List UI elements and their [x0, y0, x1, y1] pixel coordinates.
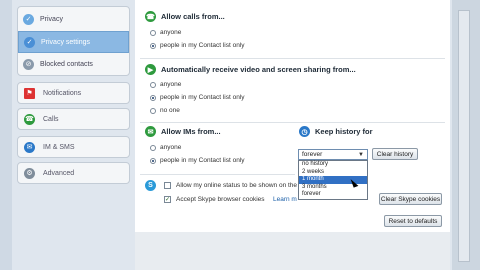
radio-label: anyone: [160, 81, 182, 88]
radio-label: anyone: [160, 144, 182, 151]
radio-label: people in my Contact list only: [160, 94, 245, 101]
button-label: Clear history: [376, 150, 414, 158]
clear-history-button[interactable]: Clear history: [372, 148, 418, 160]
gear-icon: ⚙: [24, 167, 35, 179]
radio-button[interactable]: [150, 144, 156, 151]
cookies-checkbox[interactable]: ✓: [164, 196, 171, 203]
dropdown-option-no-history[interactable]: no history: [299, 161, 367, 169]
sidebar-item-im-sms[interactable]: ✉ IM & SMS: [17, 136, 130, 158]
section-divider: [140, 58, 445, 59]
chat-icon: ✉: [145, 126, 156, 137]
blocked-contacts-icon: ⊘: [23, 58, 34, 70]
sidebar-item-notifications[interactable]: ⚑ Notifications: [17, 82, 130, 104]
sidebar-item-label: Advanced: [43, 169, 75, 177]
radio-label: anyone: [160, 29, 182, 36]
history-section-heading: ◷ Keep history for: [299, 126, 373, 137]
skype-section-heading: S: [145, 180, 161, 191]
sidebar-item-label: Privacy: [40, 15, 63, 23]
phone-icon: ☎: [145, 11, 156, 22]
sidebar-item-label: Calls: [43, 115, 59, 123]
video-option-no-one[interactable]: no one: [150, 107, 180, 114]
radio-button[interactable]: [150, 107, 156, 114]
radio-button[interactable]: [150, 81, 156, 88]
history-icon: ◷: [299, 126, 310, 137]
video-heading-text: Automatically receive video and screen s…: [161, 65, 356, 74]
radio-button-selected[interactable]: [150, 42, 156, 49]
skype-logo-icon: S: [145, 180, 156, 191]
ims-option-contacts-only[interactable]: people in my Contact list only: [150, 157, 245, 164]
phone-icon: ☎: [24, 113, 35, 125]
video-option-anyone[interactable]: anyone: [150, 81, 181, 88]
window-right-edge: [452, 0, 480, 270]
settings-footer: [135, 232, 450, 270]
select-value: forever: [302, 151, 323, 158]
radio-label: no one: [160, 107, 180, 114]
button-label: Reset to defaults: [388, 217, 438, 225]
section-divider: [140, 174, 295, 175]
sidebar-item-label: Privacy settings: [41, 38, 91, 46]
video-section-heading: ▶ Automatically receive video and screen…: [145, 64, 356, 75]
reset-to-defaults-button[interactable]: Reset to defaults: [384, 215, 442, 227]
button-label: Clear Skype cookies: [380, 195, 441, 203]
checkbox-label: Accept Skype browser cookies: [176, 196, 265, 203]
chat-icon: ✉: [24, 141, 35, 153]
sidebar-item-advanced[interactable]: ⚙ Advanced: [17, 162, 130, 184]
radio-button[interactable]: [150, 29, 156, 36]
radio-label: people in my Contact list only: [160, 157, 245, 164]
background-window-edge: [0, 0, 12, 270]
privacy-icon: ✓: [23, 13, 34, 25]
sidebar-item-label: IM & SMS: [43, 143, 75, 151]
history-heading-text: Keep history for: [315, 127, 373, 136]
sidebar-item-blocked-contacts[interactable]: ⊘ Blocked contacts: [18, 53, 129, 75]
learn-more-link[interactable]: Learn m: [273, 196, 297, 203]
sidebar-item-label: Notifications: [43, 89, 82, 97]
flag-icon: ⚑: [24, 87, 35, 99]
radio-button-selected[interactable]: [150, 157, 156, 164]
chevron-down-icon: ▼: [358, 152, 364, 158]
calls-option-anyone[interactable]: anyone: [150, 29, 181, 36]
calls-option-contacts-only[interactable]: people in my Contact list only: [150, 42, 245, 49]
privacy-settings-icon: ✓: [24, 36, 35, 48]
section-divider: [140, 122, 445, 123]
sidebar-item-calls[interactable]: ☎ Calls: [17, 108, 130, 130]
privacy-group: ✓ Privacy ✓ Privacy settings ⊘ Blocked c…: [17, 6, 130, 76]
online-status-checkbox[interactable]: [164, 182, 171, 189]
radio-label: people in my Contact list only: [160, 42, 245, 49]
calls-section-heading: ☎ Allow calls from...: [145, 11, 225, 22]
options-sidebar: ✓ Privacy ✓ Privacy settings ⊘ Blocked c…: [17, 0, 130, 270]
sidebar-item-label: Blocked contacts: [40, 60, 93, 68]
radio-button-selected[interactable]: [150, 94, 156, 101]
video-option-contacts-only[interactable]: people in my Contact list only: [150, 94, 245, 101]
sidebar-item-privacy-settings[interactable]: ✓ Privacy settings: [18, 31, 129, 53]
clear-skype-cookies-button[interactable]: Clear Skype cookies: [379, 193, 442, 205]
cookies-checkbox-row[interactable]: ✓ Accept Skype browser cookies: [164, 196, 265, 203]
dropdown-option-2-weeks[interactable]: 2 weeks: [299, 169, 367, 177]
history-duration-select[interactable]: forever ▼: [298, 149, 368, 160]
ims-heading-text: Allow IMs from...: [161, 127, 221, 136]
ims-section-heading: ✉ Allow IMs from...: [145, 126, 221, 137]
calls-heading-text: Allow calls from...: [161, 12, 225, 21]
online-status-checkbox-row[interactable]: Allow my online status to be shown on th…: [164, 182, 297, 189]
sidebar-item-privacy[interactable]: ✓ Privacy: [18, 8, 129, 30]
dropdown-option-forever[interactable]: forever: [299, 191, 367, 199]
video-icon: ▶: [145, 64, 156, 75]
checkbox-label: Allow my online status to be shown on th…: [176, 182, 298, 189]
ims-option-anyone[interactable]: anyone: [150, 144, 181, 151]
scrollbar[interactable]: [458, 10, 470, 262]
history-duration-dropdown: no history 2 weeks 1 month 3 months fore…: [298, 160, 368, 200]
